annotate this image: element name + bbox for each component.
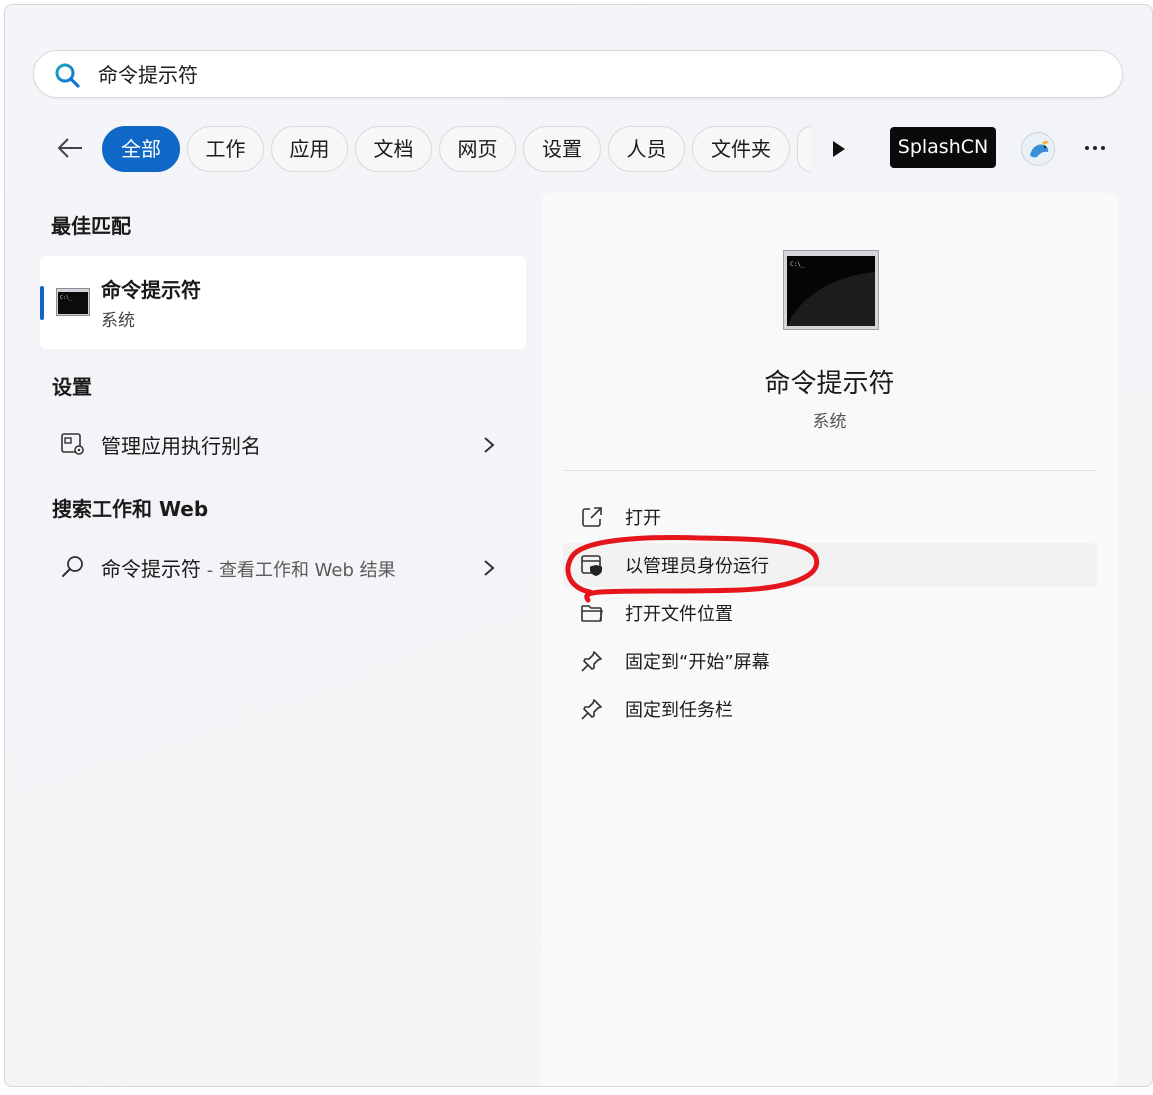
avatar[interactable]: [1021, 132, 1055, 166]
web-result-query: 命令提示符: [101, 557, 201, 581]
selection-indicator: [40, 286, 44, 320]
open-external-icon: [582, 507, 602, 527]
web-result-item[interactable]: 命令提示符 - 查看工作和 Web 结果: [40, 541, 526, 593]
svg-text:C:\_: C:\_: [60, 295, 73, 301]
settings-result-label: 管理应用执行别名: [101, 434, 261, 458]
scroll-right-icon[interactable]: [829, 138, 849, 160]
action-pin-to-start-label: 固定到“开始”屏幕: [625, 652, 770, 673]
filter-chip-web[interactable]: 网页: [439, 126, 516, 172]
filter-chip-people[interactable]: 人员: [608, 126, 685, 172]
search-icon: [62, 556, 83, 577]
search-icon: [55, 63, 80, 88]
search-bar[interactable]: 命令提示符: [33, 50, 1123, 98]
action-pin-to-taskbar-label: 固定到任务栏: [625, 700, 733, 721]
command-prompt-large-icon: C:\_: [783, 250, 879, 330]
web-search-heading-text: 搜索工作和 Web: [52, 497, 209, 521]
settings-result-item[interactable]: 管理应用执行别名: [40, 418, 526, 470]
web-result-label: 命令提示符 - 查看工作和 Web 结果: [101, 553, 396, 582]
more-options-icon[interactable]: [1083, 142, 1107, 154]
back-arrow-icon[interactable]: [55, 133, 85, 163]
pin-icon: [581, 651, 602, 672]
web-result-suffix: - 查看工作和 Web 结果: [201, 560, 396, 581]
command-prompt-icon: C:\_: [56, 288, 90, 316]
search-input[interactable]: 命令提示符: [98, 61, 198, 89]
divider: [564, 470, 1096, 471]
pin-icon: [581, 699, 602, 720]
best-match-name: 命令提示符: [101, 278, 201, 302]
filter-chip-documents[interactable]: 文档: [355, 126, 432, 172]
best-match-card[interactable]: C:\_ 命令提示符 系统: [40, 256, 526, 349]
chevron-right-icon: [484, 560, 495, 576]
best-match-heading: 最佳匹配: [51, 214, 131, 238]
filter-chip-settings[interactable]: 设置: [523, 126, 601, 172]
account-button[interactable]: SplashCN: [890, 127, 996, 168]
search-window: 命令提示符 全部 工作 应用 文档 网页 设置 人员 文件夹 SplashCN …: [4, 4, 1153, 1087]
filter-chip-all[interactable]: 全部: [102, 126, 180, 172]
action-open-label: 打开: [625, 508, 661, 529]
app-type: 系统: [812, 412, 847, 432]
chevron-right-icon: [484, 437, 495, 453]
web-search-heading: 搜索工作和 Web: [52, 493, 208, 522]
filter-chip-work[interactable]: 工作: [187, 126, 264, 172]
app-settings-icon: [61, 433, 84, 455]
app-name: 命令提示符: [764, 369, 895, 399]
filter-chip-folders[interactable]: 文件夹: [692, 126, 790, 172]
svg-text:C:\_: C:\_: [790, 261, 805, 268]
filter-chip-overflow: [797, 126, 811, 172]
action-pin-to-start[interactable]: 固定到“开始”屏幕: [563, 639, 1097, 683]
settings-heading: 设置: [52, 375, 92, 399]
best-match-type: 系统: [101, 311, 135, 331]
bird-avatar-icon: [1023, 134, 1054, 165]
action-pin-to-taskbar[interactable]: 固定到任务栏: [563, 687, 1097, 731]
filter-chip-apps[interactable]: 应用: [271, 126, 348, 172]
red-circle-annotation: [565, 535, 820, 603]
details-panel: C:\_ 命令提示符 系统 打开 以管理员身份运行 打开文件位置 固定到“开始”…: [541, 193, 1118, 1086]
